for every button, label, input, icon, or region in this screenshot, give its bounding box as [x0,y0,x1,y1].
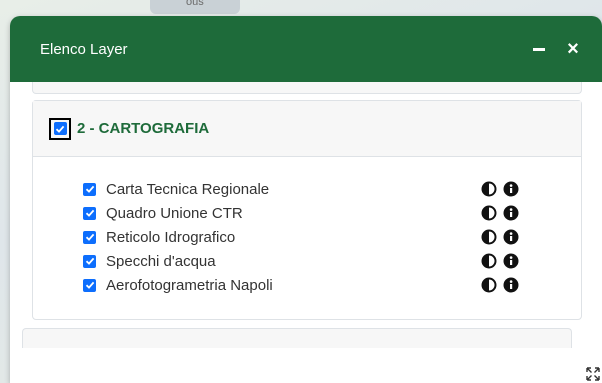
layer-label[interactable]: Quadro Unione CTR [106,205,243,222]
info-icon[interactable] [503,181,519,197]
check-icon [55,125,65,133]
contrast-icon[interactable] [481,229,497,245]
layer-label[interactable]: Carta Tecnica Regionale [106,181,269,198]
info-icon[interactable] [503,205,519,221]
layer-row: Carta Tecnica Regionale [83,177,581,201]
layer-actions [481,277,519,293]
contrast-icon[interactable] [481,181,497,197]
layer-actions [481,253,519,269]
check-icon [85,257,94,265]
layer-label[interactable]: Aerofotogrametria Napoli [106,277,273,294]
contrast-icon[interactable] [481,277,497,293]
layer-checkbox[interactable] [83,206,96,220]
group-header[interactable]: 2 - CARTOGRAFIA [33,101,581,157]
layer-row: Specchi d'acqua [83,249,581,273]
layer-checkbox[interactable] [83,254,96,268]
check-icon [85,233,94,241]
layer-row: Reticolo Idrografico [83,225,581,249]
check-icon [85,185,94,193]
group-card-cartografia: 2 - CARTOGRAFIA Carta Tecnica Regionale [32,100,582,320]
group-checkbox[interactable] [53,122,67,135]
check-icon [85,209,94,217]
layer-checkbox[interactable] [83,278,96,292]
layer-row: Quadro Unione CTR [83,201,581,225]
check-icon [85,281,94,289]
panel-header[interactable]: Elenco Layer × [10,16,602,82]
info-icon[interactable] [503,277,519,293]
layer-row: Aerofotogrametria Napoli [83,273,581,297]
layer-actions [481,205,519,221]
previous-group-card [32,82,582,94]
layer-actions [481,181,519,197]
layer-checkbox[interactable] [83,230,96,244]
info-icon[interactable] [503,229,519,245]
close-button[interactable]: × [560,36,586,62]
expand-icon[interactable] [586,367,600,381]
group-title[interactable]: 2 - CARTOGRAFIA [77,120,209,137]
map-place-label: ous [186,0,204,8]
info-icon[interactable] [503,253,519,269]
layer-actions [481,229,519,245]
layer-list: Carta Tecnica Regionale Quadro Unione CT… [33,157,581,319]
group-checkbox-focus[interactable] [49,117,71,140]
layer-label[interactable]: Specchi d'acqua [106,253,216,270]
next-group-card[interactable] [22,328,572,348]
panel-title: Elenco Layer [40,40,128,58]
layer-label[interactable]: Reticolo Idrografico [106,229,235,246]
minimize-button[interactable] [526,36,552,62]
minimize-icon [533,47,545,51]
layer-checkbox[interactable] [83,182,96,196]
contrast-icon[interactable] [481,253,497,269]
contrast-icon[interactable] [481,205,497,221]
